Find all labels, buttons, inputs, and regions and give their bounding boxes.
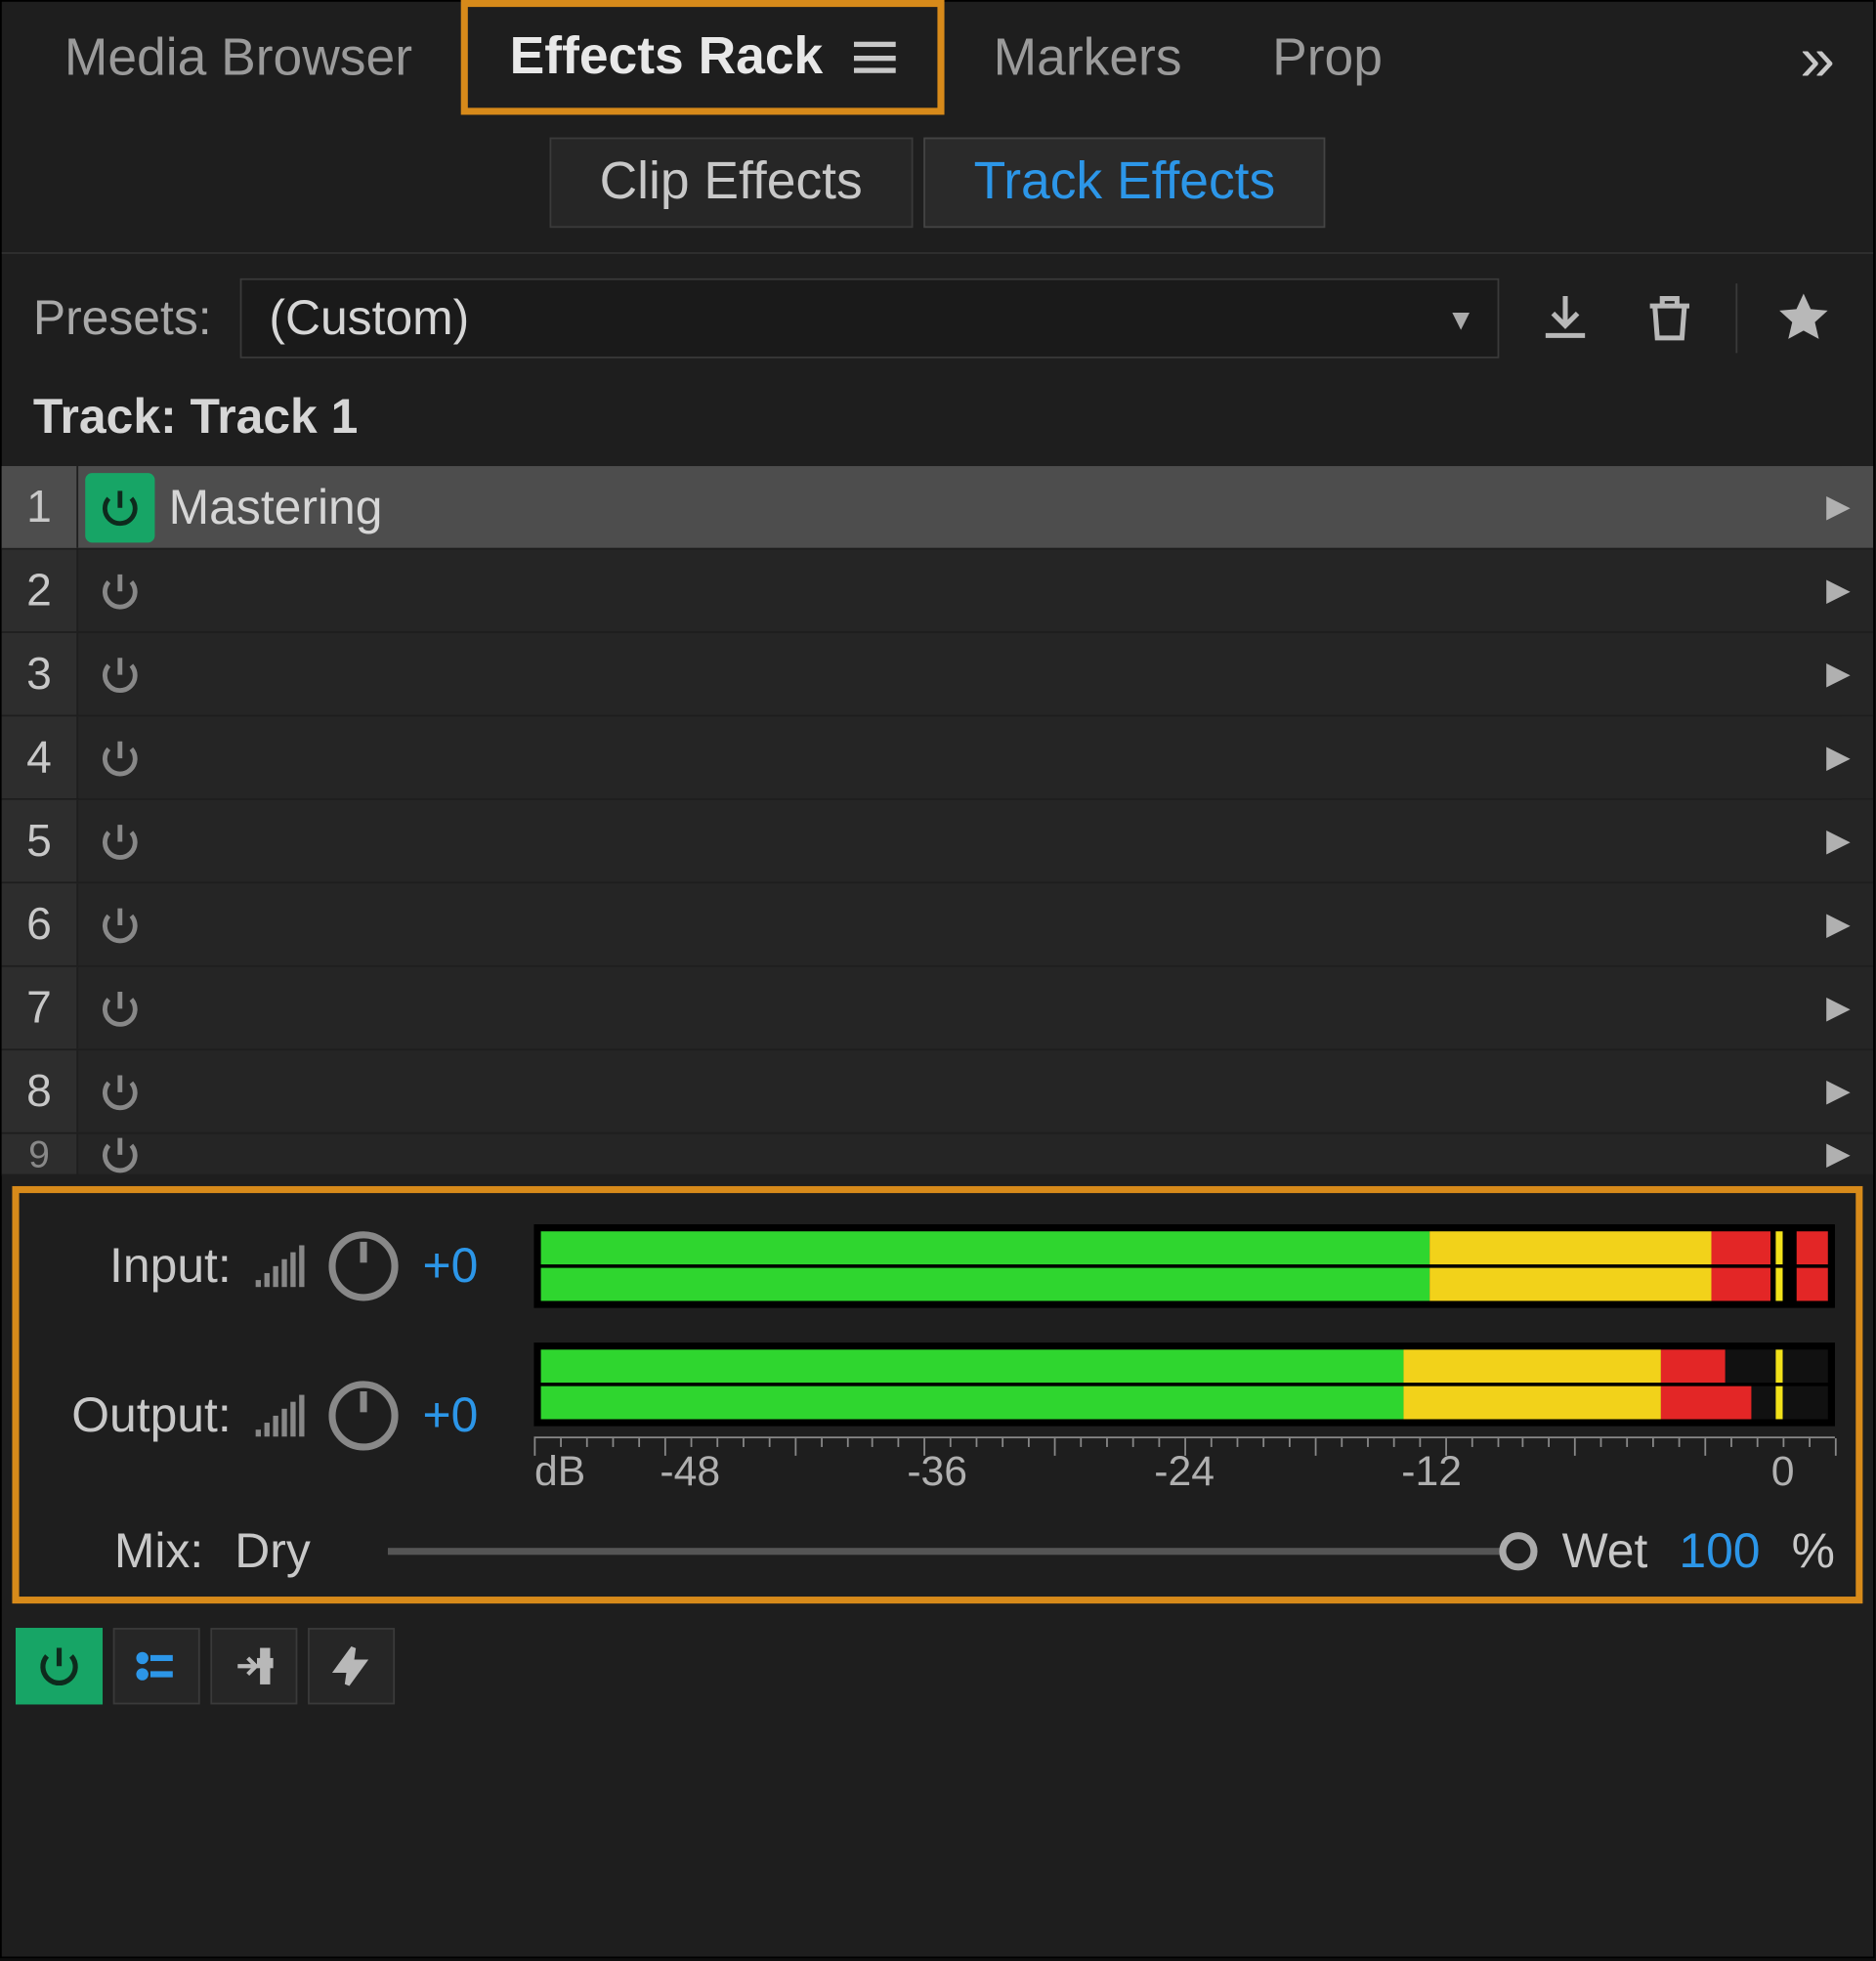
output-row: Output: +0 dB-48-36-24-120 [40, 1343, 1835, 1489]
effect-slot[interactable]: 8▶ [2, 1050, 1873, 1133]
divider [1735, 283, 1737, 353]
tab-effects-rack[interactable]: Effects Rack [461, 0, 945, 114]
input-label: Input: [40, 1238, 232, 1294]
tab-markers[interactable]: Markers [952, 9, 1223, 109]
slot-power-button[interactable] [85, 973, 154, 1043]
effect-slot[interactable]: 5▶ [2, 800, 1873, 883]
favorite-button[interactable] [1766, 280, 1842, 357]
slot-number: 9 [2, 1134, 78, 1174]
slot-expand-arrow[interactable]: ▶ [1804, 906, 1873, 942]
slot-expand-arrow[interactable]: ▶ [1804, 823, 1873, 859]
level-bars-icon [256, 1245, 305, 1287]
slot-power-button[interactable] [85, 1056, 154, 1126]
input-row: Input: +0 [40, 1224, 1835, 1307]
output-label: Output: [40, 1387, 232, 1443]
presets-dropdown[interactable]: (Custom) ▾ [239, 278, 1499, 359]
db-scale: dB-48-36-24-120 [533, 1436, 1834, 1488]
slot-number: 5 [2, 800, 78, 882]
slot-number: 7 [2, 967, 78, 1049]
effect-slot[interactable]: 7▶ [2, 967, 1873, 1050]
level-bars-icon [256, 1395, 305, 1437]
effect-list-toggle-button[interactable] [113, 1628, 200, 1704]
footer-toolbar [2, 1617, 1873, 1718]
sub-tab-track-effects[interactable]: Track Effects [923, 138, 1326, 229]
prerender-button[interactable] [308, 1628, 395, 1704]
presets-label: Presets: [33, 290, 212, 346]
mix-slider-thumb[interactable] [1500, 1532, 1538, 1570]
mix-value[interactable]: 100 [1679, 1523, 1760, 1579]
chevron-down-icon: ▾ [1452, 296, 1470, 340]
slot-expand-arrow[interactable]: ▶ [1804, 740, 1873, 776]
slot-power-button[interactable] [85, 472, 154, 541]
mix-row: Mix: Dry Wet 100 % [40, 1523, 1835, 1579]
slot-power-button[interactable] [85, 556, 154, 625]
mix-label: Mix: [40, 1523, 203, 1579]
top-tab-bar: Media Browser Effects Rack Markers Prop … [2, 2, 1873, 116]
effect-slot[interactable]: 4▶ [2, 716, 1873, 799]
slot-number: 6 [2, 883, 78, 965]
slot-expand-arrow[interactable]: ▶ [1804, 990, 1873, 1026]
tab-effects-rack-label: Effects Rack [510, 27, 824, 87]
sub-tab-bar: Clip Effects Track Effects [2, 116, 1873, 254]
presets-value: (Custom) [269, 290, 469, 346]
slot-power-button[interactable] [85, 1119, 154, 1188]
effect-slot[interactable]: 2▶ [2, 549, 1873, 632]
mix-dry-label: Dry [234, 1523, 357, 1579]
presets-row: Presets: (Custom) ▾ [2, 254, 1873, 383]
output-meter: dB-48-36-24-120 [533, 1343, 1834, 1489]
slot-number: 2 [2, 549, 78, 631]
track-label: Track: Track 1 [2, 383, 1873, 466]
slot-expand-arrow[interactable]: ▶ [1804, 656, 1873, 692]
tab-overflow-icon[interactable]: » [1782, 22, 1852, 96]
input-gain-value[interactable]: +0 [423, 1238, 510, 1294]
mix-unit: % [1792, 1523, 1835, 1579]
delete-preset-button[interactable] [1632, 280, 1708, 357]
effect-slot[interactable]: 3▶ [2, 633, 1873, 716]
slot-effect-name: Mastering [169, 479, 1804, 534]
slot-number: 1 [2, 466, 78, 548]
input-meter [533, 1224, 1834, 1307]
mix-slider[interactable] [388, 1548, 1531, 1555]
slot-expand-arrow[interactable]: ▶ [1804, 1135, 1873, 1172]
tab-media-browser[interactable]: Media Browser [22, 9, 454, 109]
output-gain-value[interactable]: +0 [423, 1387, 510, 1443]
effect-slot[interactable]: 6▶ [2, 883, 1873, 966]
slot-power-button[interactable] [85, 723, 154, 792]
mix-wet-label: Wet [1562, 1523, 1648, 1579]
slot-power-button[interactable] [85, 889, 154, 959]
effect-slot[interactable]: 9▶ [2, 1134, 1873, 1176]
slot-expand-arrow[interactable]: ▶ [1804, 489, 1873, 525]
sub-tab-clip-effects[interactable]: Clip Effects [549, 138, 913, 229]
output-gain-knob[interactable] [328, 1381, 398, 1450]
effect-slot[interactable]: 1 Mastering▶ [2, 466, 1873, 549]
panel-menu-icon[interactable] [854, 42, 896, 73]
tab-properties[interactable]: Prop [1230, 9, 1424, 109]
slot-power-button[interactable] [85, 806, 154, 875]
effects-rack-panel: Media Browser Effects Rack Markers Prop … [0, 0, 1875, 1958]
slot-expand-arrow[interactable]: ▶ [1804, 1073, 1873, 1109]
slot-number: 8 [2, 1050, 78, 1132]
effect-slot-list: 1Mastering▶2▶3▶4▶5▶6▶7▶8▶9▶ [2, 466, 1873, 1175]
slot-expand-arrow[interactable]: ▶ [1804, 573, 1873, 609]
slot-power-button[interactable] [85, 639, 154, 708]
slot-number: 4 [2, 716, 78, 798]
input-gain-knob[interactable] [328, 1231, 398, 1300]
apply-to-track-button[interactable] [210, 1628, 297, 1704]
slot-number: 3 [2, 633, 78, 715]
rack-power-button[interactable] [16, 1628, 103, 1704]
io-meter-section: Input: +0 Output: +0 dB-48-36-24-120 Mix [12, 1186, 1862, 1603]
save-preset-button[interactable] [1527, 280, 1603, 357]
